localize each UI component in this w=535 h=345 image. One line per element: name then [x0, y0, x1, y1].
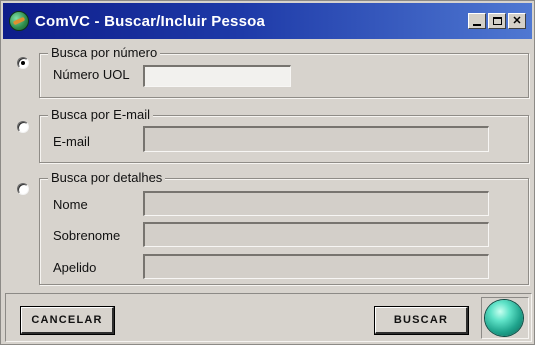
status-globe-box [481, 297, 529, 339]
minimize-button[interactable] [468, 13, 486, 29]
radio-search-by-email[interactable] [17, 121, 29, 133]
group-legend-email: Busca por E-mail [48, 107, 153, 122]
group-legend-details: Busca por detalhes [48, 170, 166, 185]
minimize-icon [473, 23, 481, 26]
email-label: E-mail [53, 134, 90, 149]
maximize-icon [492, 17, 502, 25]
first-name-label: Nome [53, 197, 88, 212]
title-bar[interactable]: ComVC - Buscar/Incluir Pessoa ✕ [3, 3, 532, 39]
radio-search-by-details[interactable] [17, 183, 29, 195]
number-uol-label: Número UOL [53, 67, 130, 82]
first-name-input[interactable] [143, 191, 489, 216]
maximize-button[interactable] [488, 13, 506, 29]
nickname-input[interactable] [143, 254, 489, 279]
dialog-window: ComVC - Buscar/Incluir Pessoa ✕ Busca po… [0, 0, 535, 345]
app-globe-icon[interactable] [9, 11, 29, 31]
surname-label: Sobrenome [53, 228, 121, 243]
close-icon: ✕ [512, 14, 522, 27]
number-uol-input[interactable] [143, 65, 291, 87]
radio-search-by-number[interactable] [17, 57, 29, 69]
search-button[interactable]: BUSCAR [374, 306, 469, 335]
email-input[interactable] [143, 126, 489, 152]
globe-icon [485, 300, 523, 336]
nickname-label: Apelido [53, 260, 97, 275]
surname-input[interactable] [143, 222, 489, 247]
window-title: ComVC - Buscar/Incluir Pessoa [35, 12, 266, 30]
group-legend-number: Busca por número [48, 45, 161, 60]
cancel-button[interactable]: CANCELAR [20, 306, 115, 335]
close-button[interactable]: ✕ [508, 13, 526, 29]
